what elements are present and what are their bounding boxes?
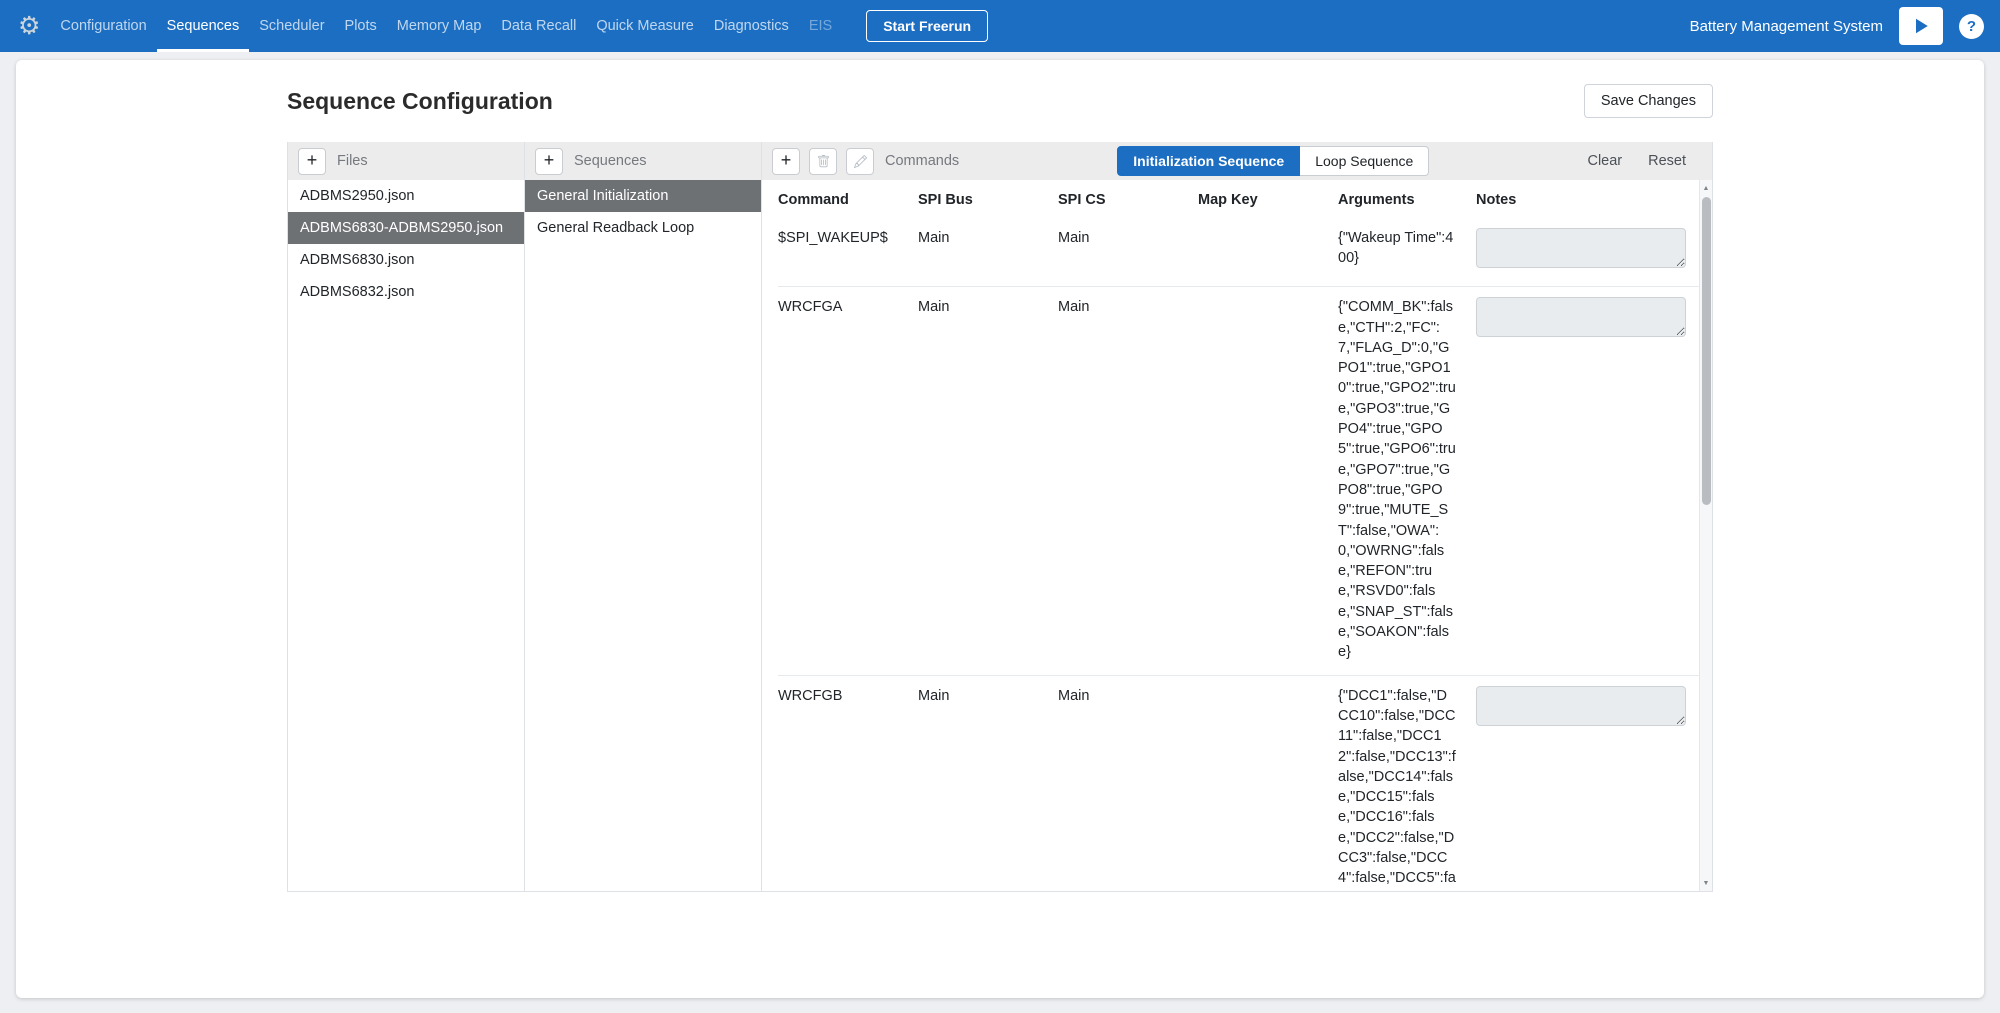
cell-command: $SPI_WAKEUP$ [778, 218, 918, 287]
navbar-right: Battery Management System ? [1690, 0, 1984, 52]
nav-links: ConfigurationSequencesSchedulerPlotsMemo… [50, 0, 842, 52]
page-header: Sequence Configuration Save Changes [287, 84, 1713, 118]
nav-item-scheduler[interactable]: Scheduler [249, 0, 334, 52]
notes-textarea[interactable] [1476, 686, 1686, 726]
commands-header-row: CommandSPI BusSPI CSMap KeyArgumentsNote… [778, 180, 1699, 218]
cell-spi-cs: Main [1058, 218, 1198, 287]
files-panel-header: + Files [288, 142, 524, 180]
add-command-button[interactable]: + [772, 148, 800, 175]
app-title: Battery Management System [1690, 18, 1883, 35]
play-icon [1911, 16, 1931, 36]
sequence-item[interactable]: General Readback Loop [525, 212, 761, 244]
cell-map-key [1198, 675, 1338, 891]
sequence-type-toggle: Initialization Sequence Loop Sequence [1117, 146, 1429, 176]
loop-sequence-tab[interactable]: Loop Sequence [1300, 146, 1429, 176]
cell-spi-cs: Main [1058, 287, 1198, 675]
cell-map-key [1198, 218, 1338, 287]
cell-command: WRCFGA [778, 287, 918, 675]
commands-panel: + Commands Initialization Sequence Loop … [761, 142, 1713, 891]
cell-notes [1476, 675, 1699, 891]
cell-spi-bus: Main [918, 287, 1058, 675]
clear-link[interactable]: Clear [1587, 153, 1622, 169]
files-list: ADBMS2950.jsonADBMS6830-ADBMS2950.jsonAD… [288, 180, 524, 891]
commands-table: CommandSPI BusSPI CSMap KeyArgumentsNote… [778, 180, 1699, 891]
play-button[interactable] [1899, 7, 1943, 45]
reset-link[interactable]: Reset [1648, 153, 1686, 169]
add-file-button[interactable]: + [298, 148, 326, 175]
plus-icon: + [781, 151, 792, 169]
sequences-panel-label: Sequences [574, 153, 647, 169]
cell-spi-bus: Main [918, 675, 1058, 891]
sequence-item[interactable]: General Initialization [525, 180, 761, 212]
add-sequence-button[interactable]: + [535, 148, 563, 175]
page-title: Sequence Configuration [287, 88, 553, 115]
scrollbar-thumb[interactable] [1702, 197, 1711, 505]
file-item[interactable]: ADBMS6830-ADBMS2950.json [288, 212, 524, 244]
nav-item-quick-measure[interactable]: Quick Measure [586, 0, 704, 52]
page-content: Sequence Configuration Save Changes + Fi… [287, 84, 1713, 892]
settings-gear-button[interactable]: ⚙ [16, 0, 50, 52]
column-header-spi-bus: SPI Bus [918, 180, 1058, 218]
nav-item-data-recall[interactable]: Data Recall [491, 0, 586, 52]
column-header-arguments: Arguments [1338, 180, 1476, 218]
cell-notes [1476, 287, 1699, 675]
commands-table-body: $SPI_WAKEUP$MainMain{"Wakeup Time":400}W… [778, 218, 1699, 891]
notes-textarea[interactable] [1476, 297, 1686, 337]
column-header-spi-cs: SPI CS [1058, 180, 1198, 218]
edit-command-button[interactable] [846, 148, 874, 175]
commands-panel-label: Commands [885, 153, 959, 169]
command-row[interactable]: $SPI_WAKEUP$MainMain{"Wakeup Time":400} [778, 218, 1699, 287]
commands-panel-header: + Commands Initialization Sequence Loop … [762, 142, 1712, 180]
trash-icon [817, 155, 830, 168]
cell-spi-cs: Main [1058, 675, 1198, 891]
file-item[interactable]: ADBMS6832.json [288, 276, 524, 308]
initialization-sequence-tab[interactable]: Initialization Sequence [1117, 146, 1300, 176]
start-freerun-button[interactable]: Start Freerun [866, 10, 988, 42]
nav-item-memory-map[interactable]: Memory Map [387, 0, 492, 52]
notes-textarea[interactable] [1476, 228, 1686, 268]
sequences-panel: + Sequences General InitializationGenera… [524, 142, 761, 891]
nav-item-eis[interactable]: EIS [799, 0, 842, 52]
file-item[interactable]: ADBMS6830.json [288, 244, 524, 276]
help-button[interactable]: ? [1959, 14, 1984, 39]
files-panel-label: Files [337, 153, 368, 169]
commands-header-links: Clear Reset [1587, 153, 1686, 169]
main-card: Sequence Configuration Save Changes + Fi… [16, 60, 1984, 998]
cell-arguments: {"Wakeup Time":400} [1338, 218, 1476, 287]
save-changes-button[interactable]: Save Changes [1584, 84, 1713, 118]
pencil-icon [854, 155, 867, 168]
cell-command: WRCFGB [778, 675, 918, 891]
nav-item-sequences[interactable]: Sequences [157, 0, 250, 52]
top-navbar: ⚙ ConfigurationSequencesSchedulerPlotsMe… [0, 0, 2000, 52]
sequences-panel-header: + Sequences [525, 142, 761, 180]
commands-body: CommandSPI BusSPI CSMap KeyArgumentsNote… [762, 180, 1712, 891]
column-header-map-key: Map Key [1198, 180, 1338, 218]
cell-arguments: {"COMM_BK":false,"CTH":2,"FC":7,"FLAG_D"… [1338, 287, 1476, 675]
scroll-up-icon[interactable]: ▲ [1703, 183, 1710, 193]
scroll-down-icon[interactable]: ▼ [1703, 878, 1710, 888]
cell-spi-bus: Main [918, 218, 1058, 287]
plus-icon: + [307, 151, 318, 169]
column-header-command: Command [778, 180, 918, 218]
nav-item-configuration[interactable]: Configuration [50, 0, 156, 52]
command-row[interactable]: WRCFGBMainMain{"DCC1":false,"DCC10":fals… [778, 675, 1699, 891]
command-row[interactable]: WRCFGAMainMain{"COMM_BK":false,"CTH":2,"… [778, 287, 1699, 675]
cell-arguments: {"DCC1":false,"DCC10":false,"DCC11":fals… [1338, 675, 1476, 891]
nav-item-diagnostics[interactable]: Diagnostics [704, 0, 799, 52]
commands-table-head: CommandSPI BusSPI CSMap KeyArgumentsNote… [778, 180, 1699, 218]
cell-map-key [1198, 287, 1338, 675]
file-item[interactable]: ADBMS2950.json [288, 180, 524, 212]
sequences-list: General InitializationGeneral Readback L… [525, 180, 761, 891]
help-icon: ? [1967, 19, 1976, 34]
delete-command-button[interactable] [809, 148, 837, 175]
files-panel: + Files ADBMS2950.jsonADBMS6830-ADBMS295… [287, 142, 524, 891]
nav-item-plots[interactable]: Plots [335, 0, 387, 52]
commands-scrollbar[interactable]: ▲ ▼ [1699, 180, 1712, 891]
column-header-notes: Notes [1476, 180, 1699, 218]
panels-container: + Files ADBMS2950.jsonADBMS6830-ADBMS295… [287, 142, 1713, 892]
commands-table-wrap: CommandSPI BusSPI CSMap KeyArgumentsNote… [762, 180, 1699, 891]
cell-notes [1476, 218, 1699, 287]
gear-icon: ⚙ [18, 14, 40, 39]
plus-icon: + [544, 151, 555, 169]
